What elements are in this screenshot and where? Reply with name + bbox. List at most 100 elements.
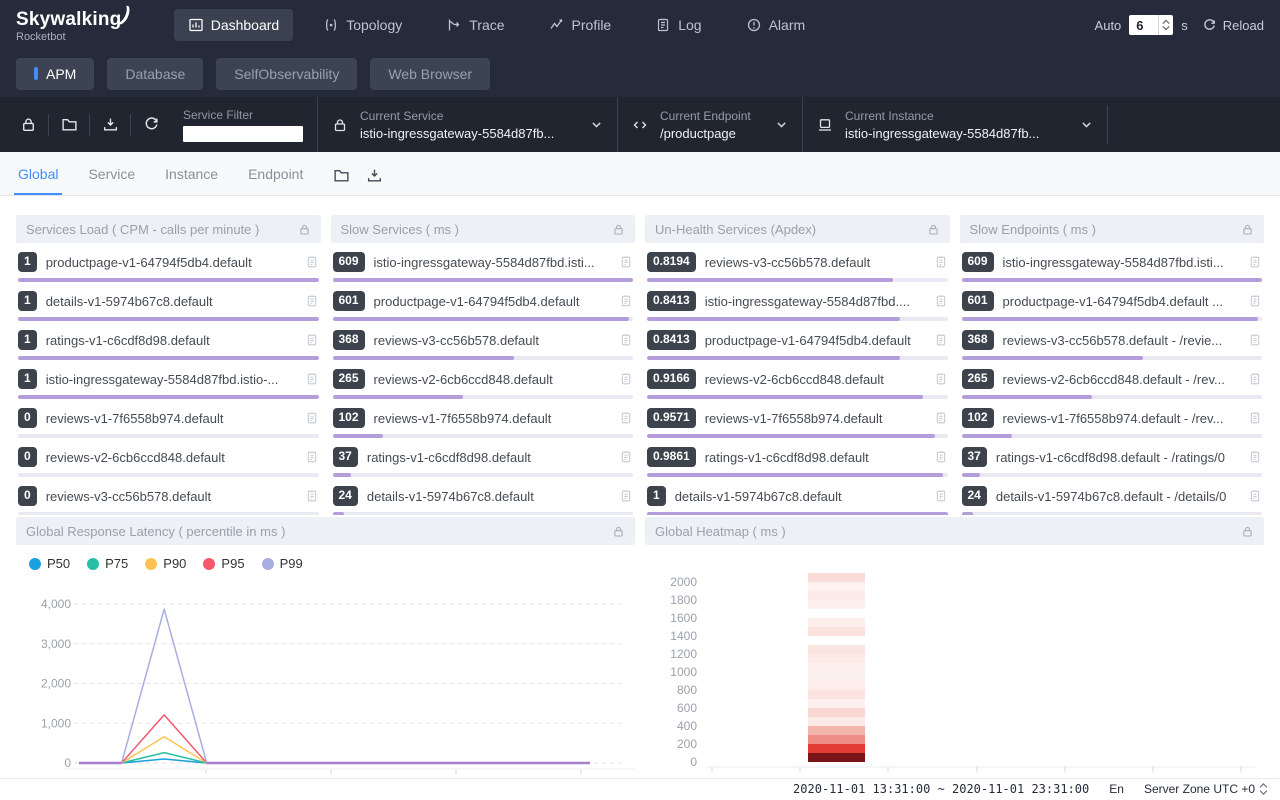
latency-line-chart[interactable]: 01,0002,0003,0004,000	[16, 573, 635, 775]
folder-icon[interactable]	[333, 167, 350, 184]
scope-tab[interactable]: Global	[18, 166, 58, 195]
scope-tab[interactable]: Endpoint	[248, 166, 303, 195]
copy-icon[interactable]	[934, 489, 948, 503]
copy-icon[interactable]	[305, 255, 319, 269]
legend-item[interactable]: P75	[87, 556, 128, 571]
legend-item[interactable]: P90	[145, 556, 186, 571]
legend-item[interactable]: P50	[29, 556, 70, 571]
copy-icon[interactable]	[934, 450, 948, 464]
copy-icon[interactable]	[305, 411, 319, 425]
list-item[interactable]: 37 ratings-v1-c6cdf8d98.default - /ratin…	[962, 446, 1263, 477]
copy-icon[interactable]	[305, 333, 319, 347]
list-item[interactable]: 1 details-v1-5974b67c8.default	[18, 290, 319, 321]
context-selector[interactable]: Current Instance istio-ingressgateway-55…	[802, 97, 1107, 152]
copy-icon[interactable]	[934, 411, 948, 425]
copy-icon[interactable]	[619, 411, 633, 425]
copy-icon[interactable]	[619, 450, 633, 464]
list-item[interactable]: 601 productpage-v1-64794f5db4.default ..…	[962, 290, 1263, 321]
list-item[interactable]: 0 reviews-v3-cc56b578.default	[18, 485, 319, 515]
export-templates-button[interactable]	[90, 116, 130, 133]
list-item[interactable]: 601 productpage-v1-64794f5db4.default	[333, 290, 634, 321]
copy-icon[interactable]	[1248, 333, 1262, 347]
list-item[interactable]: 609 istio-ingressgateway-5584d87fbd.isti…	[962, 251, 1263, 282]
copy-icon[interactable]	[934, 294, 948, 308]
reload-button[interactable]: Reload	[1202, 18, 1264, 33]
heatmap-chart[interactable]: 0200400600800100012001400160018002000	[645, 545, 1262, 775]
lock-icon[interactable]	[1241, 223, 1254, 236]
app-logo[interactable]: Skywalking) Rocketbot	[16, 8, 128, 43]
lock-icon[interactable]	[612, 525, 625, 538]
nav-item[interactable]: Topology	[309, 9, 416, 41]
list-item[interactable]: 1 details-v1-5974b67c8.default	[647, 485, 948, 515]
lock-icon[interactable]	[927, 223, 940, 236]
list-item[interactable]: 102 reviews-v1-7f6558b974.default - /rev…	[962, 407, 1263, 438]
dashboard-type-tab[interactable]: APM	[16, 58, 94, 90]
copy-icon[interactable]	[1248, 450, 1262, 464]
nav-item[interactable]: Alarm	[732, 9, 820, 41]
copy-icon[interactable]	[305, 450, 319, 464]
copy-icon[interactable]	[305, 489, 319, 503]
refresh-services-button[interactable]	[131, 116, 171, 133]
nav-item[interactable]: Log	[641, 9, 715, 41]
context-selector[interactable]: Current Service istio-ingressgateway-558…	[317, 97, 617, 152]
dashboard-type-tab[interactable]: Web Browser	[370, 58, 490, 90]
copy-icon[interactable]	[1248, 411, 1262, 425]
copy-icon[interactable]	[1248, 294, 1262, 308]
dashboard-type-tab[interactable]: Database	[107, 58, 203, 90]
import-templates-button[interactable]	[49, 116, 89, 133]
list-item[interactable]: 102 reviews-v1-7f6558b974.default	[333, 407, 634, 438]
list-item[interactable]: 368 reviews-v3-cc56b578.default	[333, 329, 634, 360]
lock-templates-button[interactable]	[8, 116, 48, 133]
copy-icon[interactable]	[1248, 255, 1262, 269]
list-item[interactable]: 0.9861 ratings-v1-c6cdf8d98.default	[647, 446, 948, 477]
auto-interval-input[interactable]: 6	[1129, 15, 1173, 35]
legend-item[interactable]: P99	[262, 556, 303, 571]
list-item[interactable]: 37 ratings-v1-c6cdf8d98.default	[333, 446, 634, 477]
copy-icon[interactable]	[1248, 489, 1262, 503]
copy-icon[interactable]	[619, 294, 633, 308]
nav-item[interactable]: Trace	[432, 9, 518, 41]
language-selector[interactable]: En	[1109, 782, 1124, 796]
list-item[interactable]: 0 reviews-v1-7f6558b974.default	[18, 407, 319, 438]
copy-icon[interactable]	[619, 372, 633, 386]
scope-tab[interactable]: Service	[88, 166, 135, 195]
copy-icon[interactable]	[305, 294, 319, 308]
list-item[interactable]: 368 reviews-v3-cc56b578.default - /revie…	[962, 329, 1263, 360]
list-item[interactable]: 24 details-v1-5974b67c8.default - /detai…	[962, 485, 1263, 515]
list-item[interactable]: 24 details-v1-5974b67c8.default	[333, 485, 634, 515]
scope-tab[interactable]: Instance	[165, 166, 218, 195]
list-item[interactable]: 1 ratings-v1-c6cdf8d98.default	[18, 329, 319, 360]
copy-icon[interactable]	[934, 255, 948, 269]
time-range[interactable]: 2020-11-01 13:31:00 ~ 2020-11-01 23:31:0…	[793, 782, 1089, 796]
server-zone-control[interactable]: Server Zone UTC +0	[1144, 782, 1268, 796]
lock-icon[interactable]	[612, 223, 625, 236]
download-icon[interactable]	[366, 167, 383, 184]
copy-icon[interactable]	[619, 255, 633, 269]
list-item[interactable]: 1 istio-ingressgateway-5584d87fbd.istio-…	[18, 368, 319, 399]
copy-icon[interactable]	[619, 333, 633, 347]
list-item[interactable]: 0.9571 reviews-v1-7f6558b974.default	[647, 407, 948, 438]
list-item[interactable]: 1 productpage-v1-64794f5db4.default	[18, 251, 319, 282]
nav-item[interactable]: Dashboard	[174, 9, 294, 41]
copy-icon[interactable]	[619, 489, 633, 503]
list-item[interactable]: 609 istio-ingressgateway-5584d87fbd.isti…	[333, 251, 634, 282]
list-item[interactable]: 0 reviews-v2-6cb6ccd848.default	[18, 446, 319, 477]
nav-item[interactable]: Profile	[535, 9, 626, 41]
copy-icon[interactable]	[934, 333, 948, 347]
legend-item[interactable]: P95	[203, 556, 244, 571]
context-selector[interactable]: Current Endpoint /productpage	[617, 97, 802, 152]
list-item[interactable]: 0.9166 reviews-v2-6cb6ccd848.default	[647, 368, 948, 399]
copy-icon[interactable]	[305, 372, 319, 386]
number-spinner[interactable]	[1158, 15, 1173, 35]
lock-icon[interactable]	[298, 223, 311, 236]
list-item[interactable]: 0.8413 istio-ingressgateway-5584d87fbd..…	[647, 290, 948, 321]
copy-icon[interactable]	[1248, 372, 1262, 386]
lock-icon[interactable]	[1241, 525, 1254, 538]
dashboard-type-tab[interactable]: SelfObservability	[216, 58, 357, 90]
list-item[interactable]: 0.8194 reviews-v3-cc56b578.default	[647, 251, 948, 282]
list-item[interactable]: 0.8413 productpage-v1-64794f5db4.default	[647, 329, 948, 360]
copy-icon[interactable]	[934, 372, 948, 386]
service-filter-input[interactable]	[183, 126, 303, 142]
list-item[interactable]: 265 reviews-v2-6cb6ccd848.default - /rev…	[962, 368, 1263, 399]
list-item[interactable]: 265 reviews-v2-6cb6ccd848.default	[333, 368, 634, 399]
